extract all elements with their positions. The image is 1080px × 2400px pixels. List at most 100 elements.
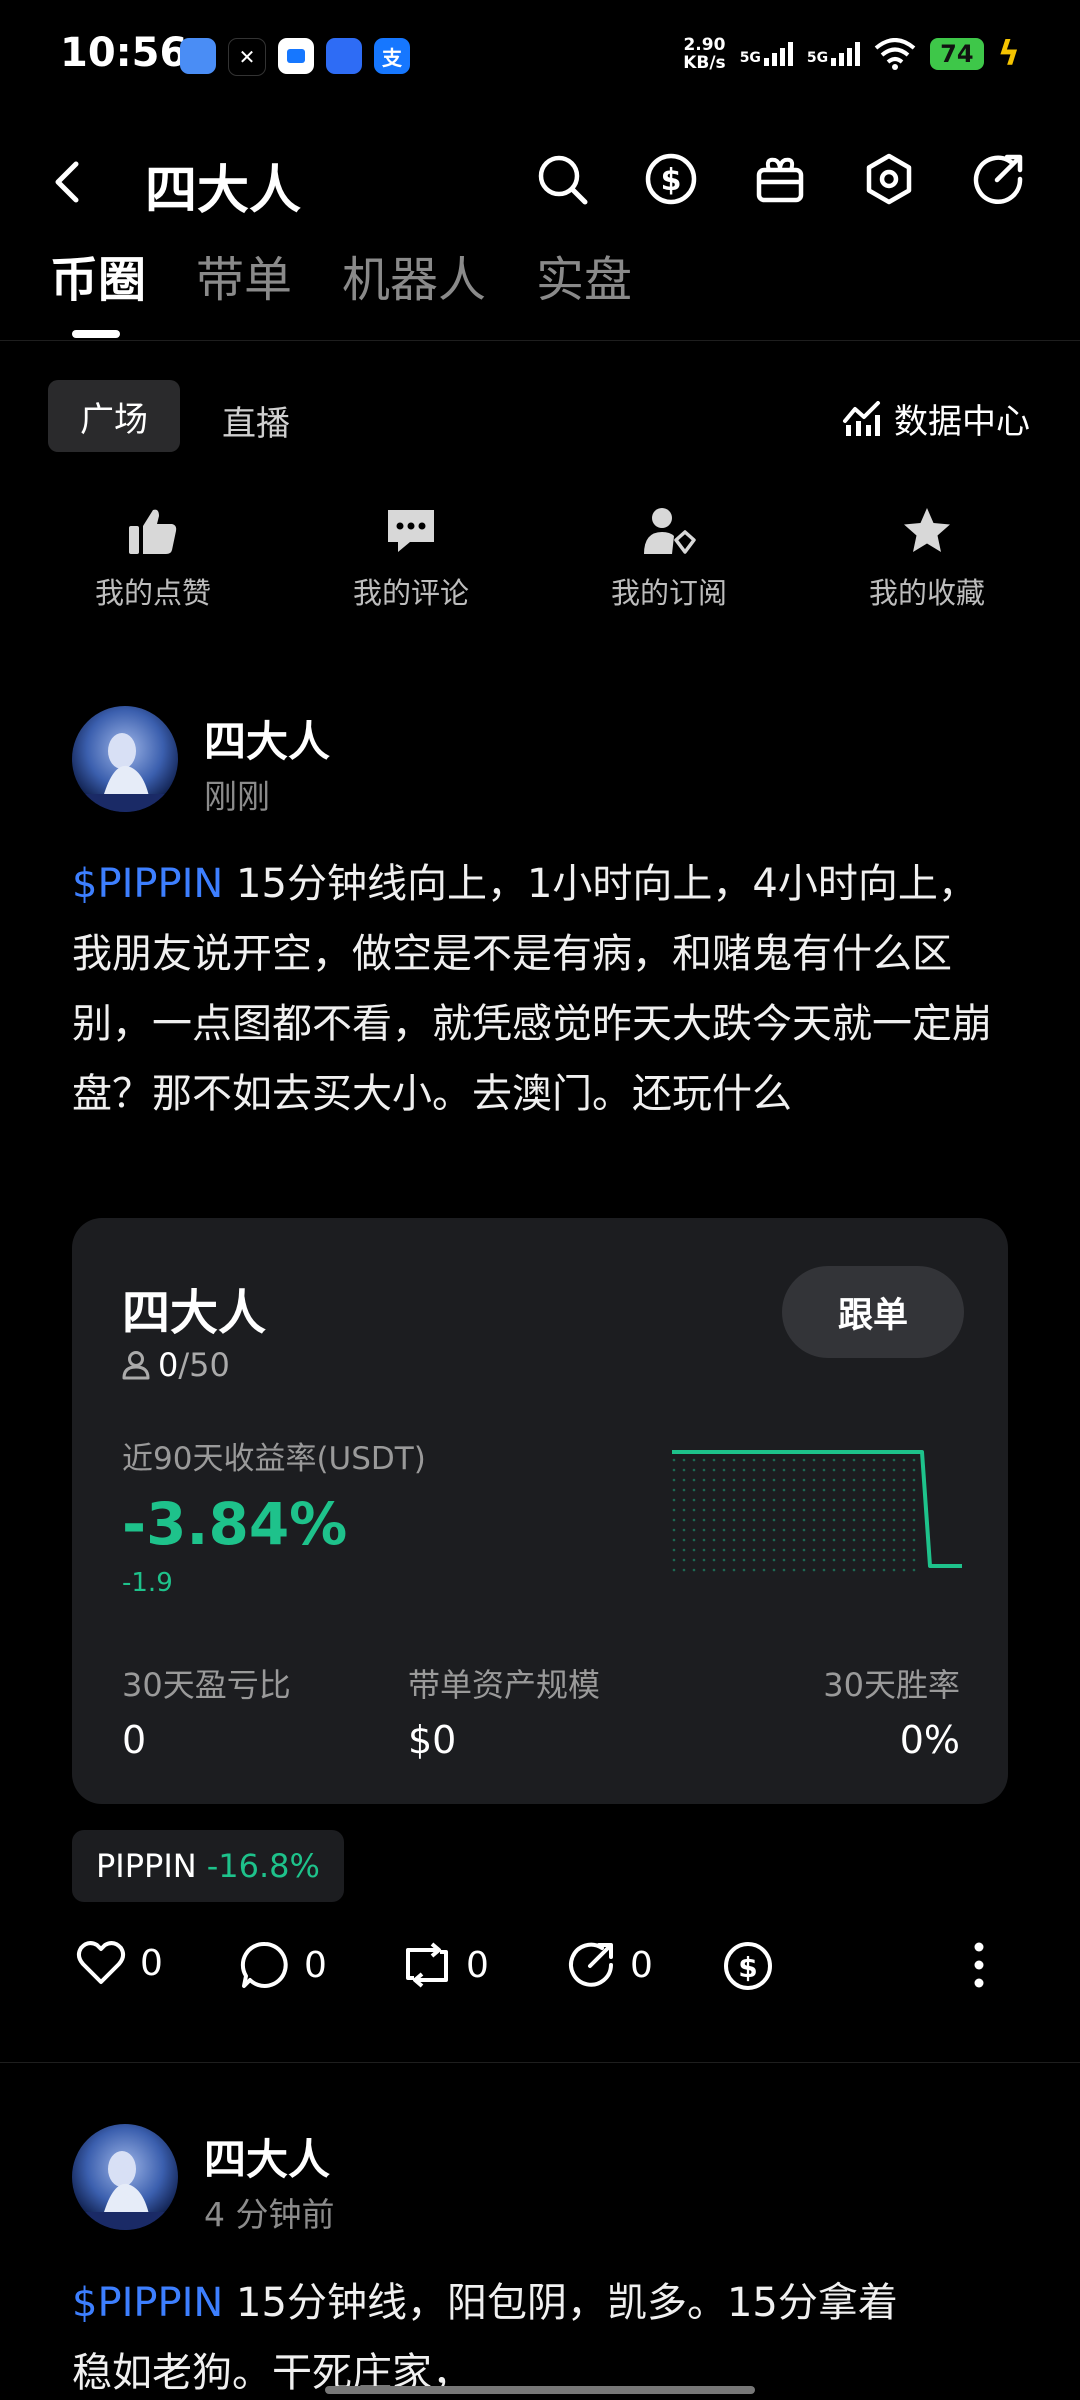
copy-trade-button[interactable]: 跟单 <box>782 1266 964 1358</box>
ticker-link[interactable]: $PIPPIN <box>72 2280 223 2326</box>
signal-icon: 5G <box>740 42 793 66</box>
my-favorites-button[interactable]: 我的收藏 <box>827 506 1027 612</box>
stat-aum-value: $0 <box>408 1718 457 1762</box>
tip-button[interactable]: $ <box>722 1940 774 1992</box>
user-icon <box>122 1351 150 1380</box>
more-options-button[interactable] <box>972 1940 986 1990</box>
tab-copy-trading[interactable]: 带单 <box>196 240 292 310</box>
alipay-notification-icon: 支 <box>374 38 410 74</box>
stat-aum-label: 带单资产规模 <box>408 1666 601 1704</box>
settings-icon[interactable] <box>862 152 916 206</box>
stat-win-rate-value: 0% <box>899 1718 960 1762</box>
my-favorites-label: 我的收藏 <box>868 576 985 610</box>
post-actions: 0 0 0 0 $ <box>72 1940 1022 2000</box>
search-icon[interactable] <box>535 152 589 206</box>
dollar-icon[interactable]: $ <box>644 152 698 206</box>
ticker-chip[interactable]: PIPPIN -16.8% <box>72 1830 344 1902</box>
post-time: 4 分钟前 <box>204 2195 335 2234</box>
star-icon <box>904 508 950 552</box>
data-center-label: 数据中心 <box>894 402 1030 442</box>
thumbs-up-icon <box>129 509 177 554</box>
sim2-label: 5G <box>806 50 829 66</box>
notification-icons: ✕ 支 <box>180 38 410 76</box>
heart-icon <box>76 1941 126 1984</box>
tab-crypto[interactable]: 币圈 <box>50 240 146 310</box>
chart-icon <box>843 400 880 436</box>
avatar[interactable] <box>72 2124 178 2230</box>
post-author[interactable]: 四大人 <box>204 708 330 769</box>
post-body[interactable]: $PIPPIN 15分钟线向上，1小时向上，4小时向上，我朋友说开空，做空是不是… <box>72 849 1012 1129</box>
follower-max: /50 <box>178 1346 230 1384</box>
share-icon <box>569 1942 613 1987</box>
active-tab-indicator <box>72 330 120 338</box>
charging-icon: ϟ <box>997 34 1020 74</box>
signal-icon: 5G <box>806 42 861 66</box>
my-likes-label: 我的点赞 <box>94 576 211 610</box>
post-time: 刚刚 <box>204 777 270 816</box>
stat-win-rate-label: 30天胜率 <box>823 1666 960 1704</box>
comment-icon <box>388 510 434 552</box>
app-notification-icon <box>326 38 362 74</box>
status-right: 2.90 KB/s 5G 5G 74 ϟ <box>683 34 1020 74</box>
divider <box>0 340 1080 341</box>
subscribe-icon <box>644 508 696 554</box>
comment-count: 0 <box>304 1944 327 1986</box>
share-count: 0 <box>630 1944 653 1986</box>
repost-count: 0 <box>466 1944 489 1986</box>
subtab-square[interactable]: 广场 <box>48 380 180 452</box>
post-separator <box>0 2062 1080 2063</box>
wifi-icon <box>874 38 916 70</box>
net-speed: 2.90 KB/s <box>683 36 725 72</box>
roi-sparkline <box>672 1450 962 1572</box>
back-button[interactable] <box>52 158 82 210</box>
header-actions: $ <box>535 152 1025 206</box>
svg-text:$: $ <box>738 1951 757 1984</box>
follower-current: 0 <box>158 1346 179 1384</box>
stat-pnl-ratio-value: 0 <box>122 1718 147 1762</box>
svg-text:$: $ <box>661 163 682 198</box>
roi-sub-value: -1.9 <box>122 1568 173 1598</box>
main-tabs: 币圈 带单 机器人 实盘 <box>50 240 632 310</box>
chip-symbol: PIPPIN <box>96 1847 197 1885</box>
home-indicator[interactable] <box>325 2386 755 2394</box>
share-icon[interactable] <box>971 152 1025 206</box>
chevron-left-icon <box>55 161 79 203</box>
repost-icon <box>406 1942 448 1988</box>
post-text-line: 15分钟线，阳包阴，凯多。15分拿着 <box>223 2280 898 2326</box>
follower-count: 0/50 <box>122 1346 230 1384</box>
net-speed-value: 2.90 <box>683 35 726 55</box>
avatar-image <box>72 706 178 812</box>
app-notification-icon <box>278 38 314 74</box>
okx-notification-icon: ✕ <box>228 38 266 76</box>
more-vertical-icon <box>974 1942 984 1988</box>
chip-change: -16.8% <box>206 1847 320 1885</box>
trader-name: 四大人 <box>122 1285 267 1341</box>
battery-indicator: 74 <box>930 38 984 70</box>
tab-bots[interactable]: 机器人 <box>342 240 486 310</box>
net-speed-unit: KB/s <box>683 53 726 73</box>
copy-trader-card[interactable]: 四大人 0/50 跟单 近90天收益率(USDT) -3.84% -1.9 30… <box>72 1218 1008 1804</box>
my-comments-button[interactable]: 我的评论 <box>311 506 511 612</box>
post-author[interactable]: 四大人 <box>204 2126 330 2187</box>
dollar-icon: $ <box>724 1942 772 1990</box>
gift-icon[interactable] <box>753 152 807 206</box>
like-button[interactable]: 0 <box>76 1940 163 1986</box>
my-likes-button[interactable]: 我的点赞 <box>53 506 253 612</box>
status-time: 10:56 <box>60 30 188 76</box>
ticker-link[interactable]: $PIPPIN <box>72 861 223 907</box>
my-subscriptions-label: 我的订阅 <box>610 576 727 610</box>
page-title: 四大人 <box>145 161 302 221</box>
subtab-live[interactable]: 直播 <box>222 396 290 445</box>
data-center-link[interactable]: 数据中心 <box>842 394 1030 443</box>
my-comments-label: 我的评论 <box>352 576 469 610</box>
like-count: 0 <box>140 1942 163 1984</box>
share-post-button[interactable]: 0 <box>566 1940 653 1990</box>
my-subscriptions-button[interactable]: 我的订阅 <box>569 506 769 612</box>
comment-button[interactable]: 0 <box>240 1940 327 1990</box>
post-body[interactable]: $PIPPIN 15分钟线，阳包阴，凯多。15分拿着 稳如老狗。干死庄家， <box>72 2268 1012 2400</box>
tab-live-trading[interactable]: 实盘 <box>536 240 632 310</box>
app-notification-icon <box>180 38 216 74</box>
stat-pnl-ratio-label: 30天盈亏比 <box>122 1666 291 1704</box>
repost-button[interactable]: 0 <box>402 1940 489 1990</box>
avatar[interactable] <box>72 706 178 812</box>
